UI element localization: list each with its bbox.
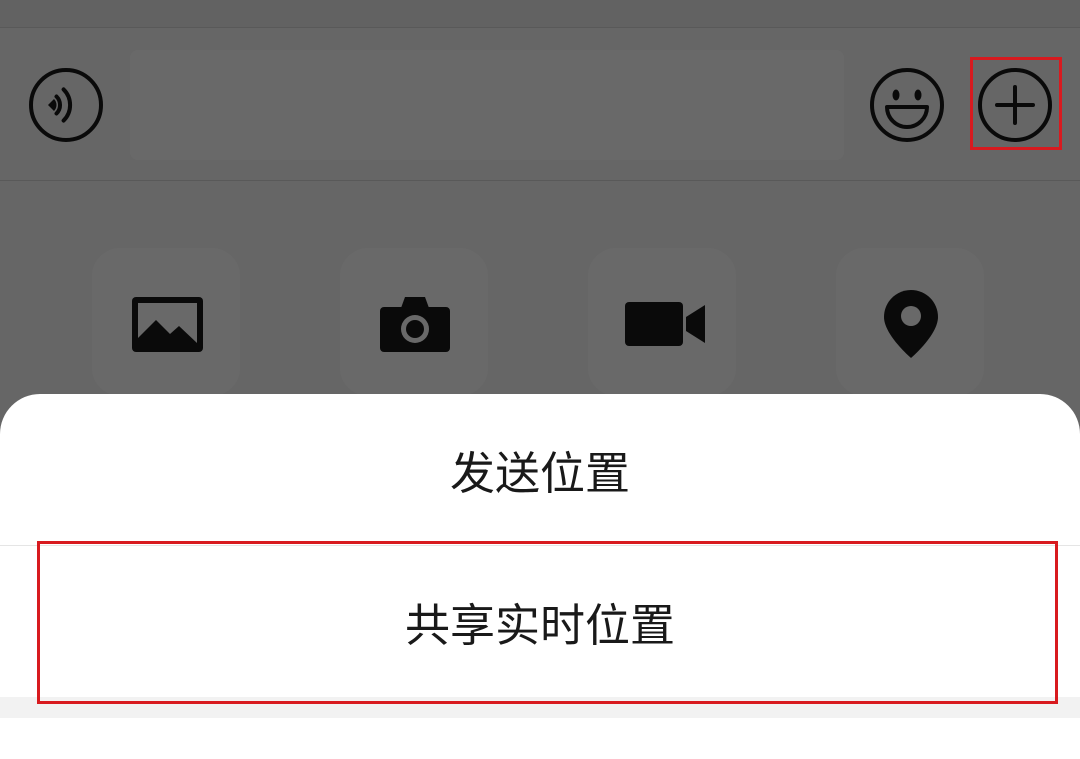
sheet-bottom-area	[0, 718, 1080, 759]
send-location-label: 发送位置	[449, 447, 630, 500]
chat-screen: 发送位置 共享实时位置	[0, 0, 1080, 759]
send-location-option[interactable]: 发送位置	[0, 394, 1080, 545]
highlight-box-share-live-location	[37, 541, 1058, 704]
highlight-box-more-button	[970, 57, 1062, 150]
